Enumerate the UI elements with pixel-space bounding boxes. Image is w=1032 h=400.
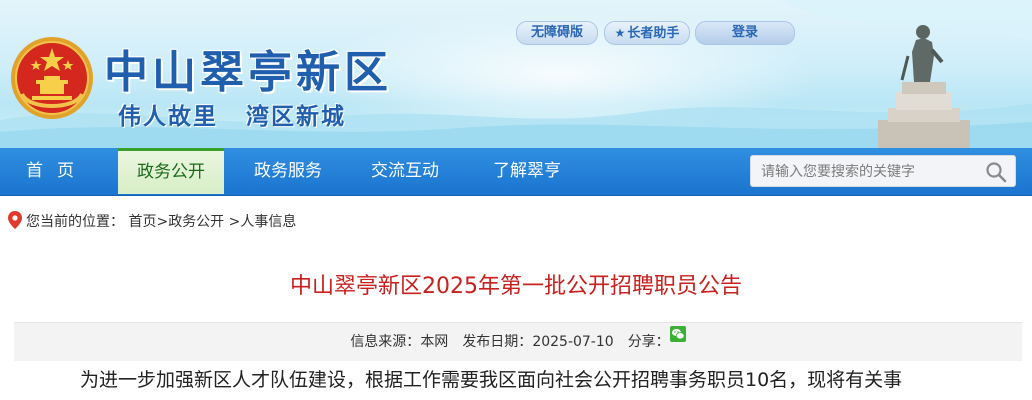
elder-assist-button[interactable]: ★ 长者助手 — [604, 21, 690, 45]
breadcrumb: 您当前的位置： 首页>政务公开 >人事信息 — [8, 210, 296, 234]
header-banner: 中山翠亭新区 伟人故里 湾区新城 无障碍版 ★ 长者助手 登录 — [0, 0, 1032, 148]
breadcrumb-separator: > — [228, 214, 241, 230]
nav-item-home[interactable]: 首页 — [0, 148, 104, 195]
search-icon[interactable] — [985, 161, 1007, 183]
slogan-left: 伟人故里 — [118, 104, 218, 130]
breadcrumb-personnel-info[interactable]: 人事信息 — [240, 214, 296, 230]
nav-item-government-affairs-open[interactable]: 政务公开 — [118, 148, 224, 194]
location-pin-icon — [8, 211, 22, 229]
article-meta: 信息来源：本网 发布日期：2025-07-10 分享： — [14, 323, 1022, 361]
search-box — [750, 155, 1016, 188]
breadcrumb-separator: > — [156, 214, 169, 230]
breadcrumb-government-affairs-open[interactable]: 政务公开 — [168, 214, 224, 230]
login-button[interactable]: 登录 — [695, 21, 795, 45]
elder-assist-label: 长者助手 — [627, 26, 680, 41]
nav-item-about-cuiheng[interactable]: 了解翠亨 — [474, 148, 580, 195]
site-title: 中山翠亭新区 — [104, 47, 392, 98]
site-slogan: 伟人故里 湾区新城 — [118, 97, 346, 131]
statue-image — [878, 25, 970, 148]
article-body-first-line: 为进一步加强新区人才队伍建设，根据工作需要我区面向社会公开招聘事务职员10名，现… — [80, 369, 903, 391]
main-nav: 首页 政务公开 政务服务 交流互动 了解翠亨 — [0, 148, 1032, 196]
article-meta-bar: 信息来源：本网 发布日期：2025-07-10 分享： — [14, 322, 1022, 361]
slogan-right: 湾区新城 — [246, 104, 346, 130]
nav-item-interaction[interactable]: 交流互动 — [355, 148, 455, 195]
breadcrumb-prefix: 您当前的位置： — [26, 214, 124, 230]
date-value: 2025-07-10 — [532, 334, 614, 350]
elder-assist-icon: ★ — [614, 26, 626, 40]
article-title: 中山翠亭新区2025年第一批公开招聘职员公告 — [290, 274, 742, 299]
source-label: 信息来源： — [350, 334, 421, 350]
nav-item-government-services[interactable]: 政务服务 — [238, 148, 338, 195]
breadcrumb-home[interactable]: 首页 — [128, 214, 156, 230]
accessibility-button[interactable]: 无障碍版 — [516, 21, 598, 45]
date-label: 发布日期： — [462, 334, 533, 350]
share-label: 分享： — [627, 334, 670, 350]
source-value: 本网 — [420, 334, 449, 350]
national-emblem-icon — [11, 37, 93, 119]
search-input[interactable] — [759, 156, 983, 188]
wechat-icon[interactable] — [669, 326, 686, 342]
